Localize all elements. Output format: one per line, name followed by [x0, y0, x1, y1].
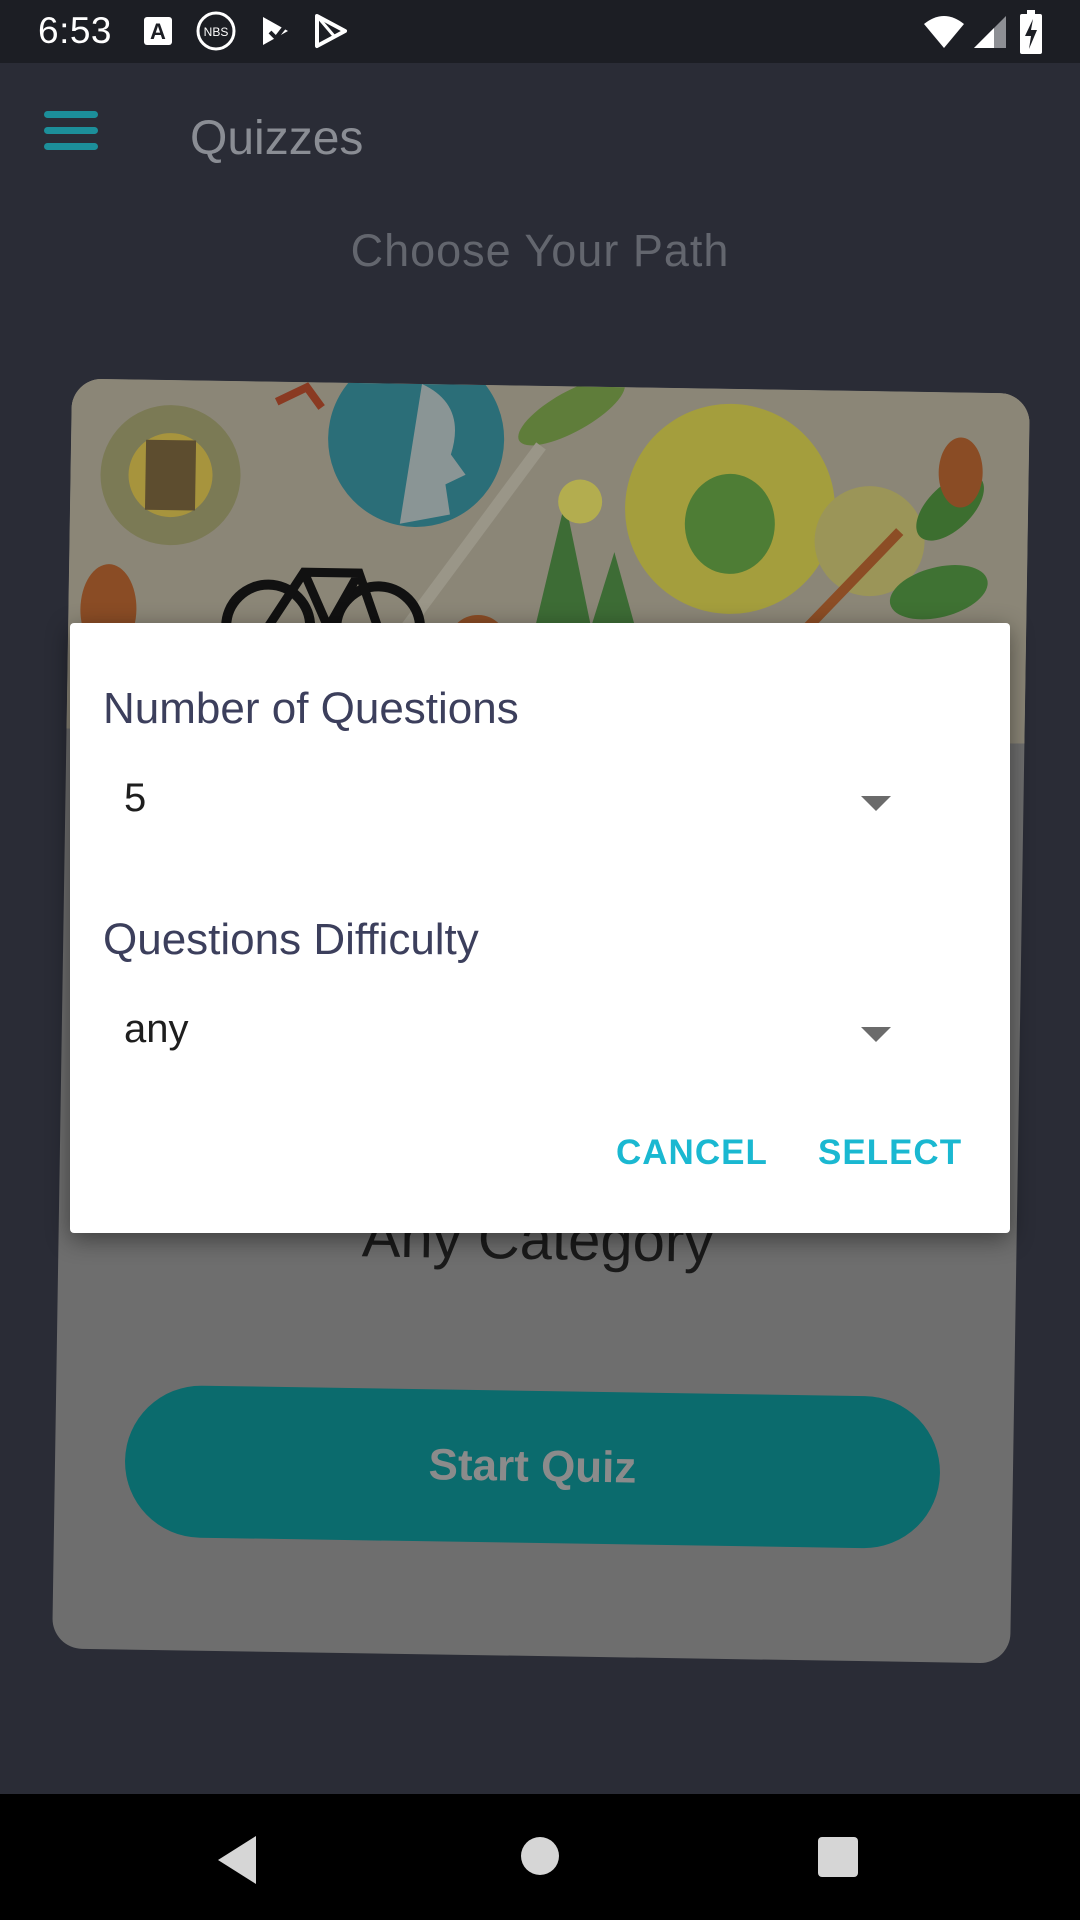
screen: 6:53 A NBS Quizzes Choose Your Path Any …	[0, 0, 1080, 1920]
number-of-questions-value: 5	[124, 776, 147, 820]
chevron-down-icon	[861, 796, 891, 811]
number-of-questions-select[interactable]: 5	[103, 758, 1008, 848]
home-icon[interactable]	[521, 1837, 559, 1875]
navigation-bar	[0, 1794, 1080, 1920]
back-icon[interactable]	[218, 1836, 256, 1884]
select-button[interactable]: SELECT	[818, 1133, 962, 1173]
chevron-down-icon	[861, 1027, 891, 1042]
number-of-questions-label: Number of Questions	[103, 684, 519, 733]
recents-icon[interactable]	[818, 1837, 858, 1877]
cancel-button[interactable]: CANCEL	[616, 1133, 768, 1173]
questions-difficulty-value: any	[124, 1007, 189, 1051]
questions-difficulty-label: Questions Difficulty	[103, 915, 479, 964]
quiz-options-dialog: Number of Questions 5 Questions Difficul…	[70, 623, 1010, 1233]
questions-difficulty-select[interactable]: any	[103, 989, 1008, 1079]
